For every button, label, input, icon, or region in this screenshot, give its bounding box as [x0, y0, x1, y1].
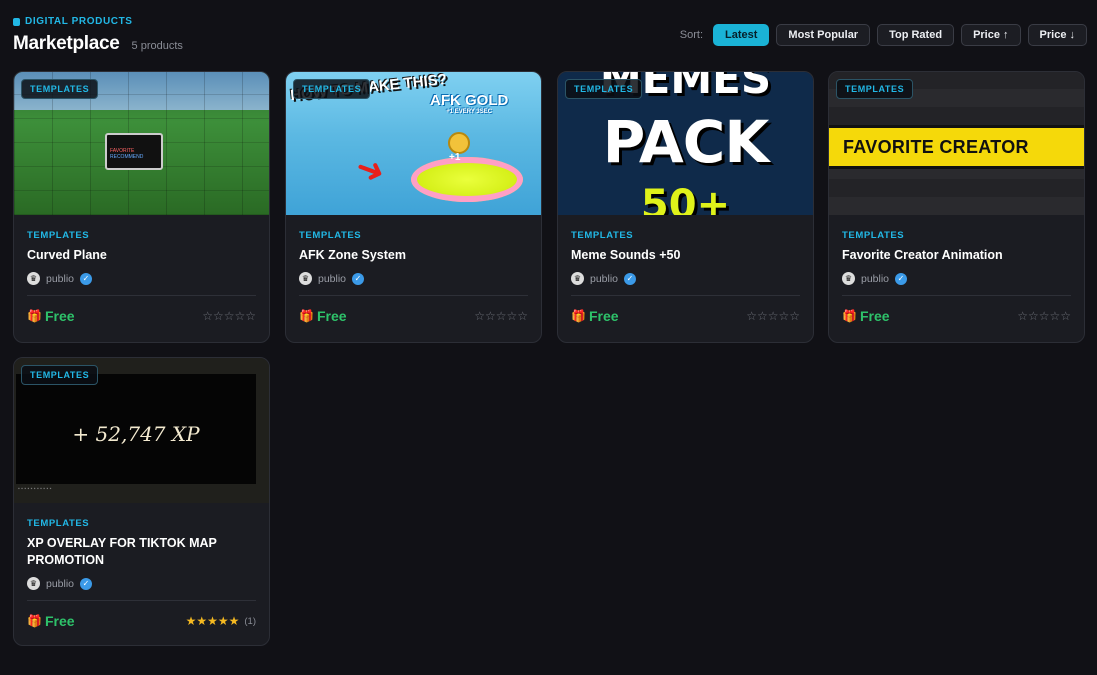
thumbnail-caption: +1: [449, 152, 461, 163]
thumbnail-caption: FAVORITE CREATOR: [829, 125, 1084, 169]
thumbnail-caption: AFK GOLD +1 EVERY 3SEC: [430, 92, 509, 115]
arrow-icon: ➜: [350, 147, 391, 193]
sort-price-desc-button[interactable]: Price ↓: [1027, 24, 1087, 46]
product-price: 🎁 Free: [842, 308, 890, 324]
category-badge: TEMPLATES: [836, 79, 914, 99]
rating-stars: ★★★★★ (1): [185, 614, 256, 628]
page-title: Marketplace: [13, 33, 120, 54]
sort-latest-button[interactable]: Latest: [713, 24, 770, 46]
category-badge: TEMPLATES: [565, 79, 643, 99]
product-price: 🎁 Free: [571, 308, 619, 324]
product-card[interactable]: ➜ HOW TO MAKE THIS? AFK GOLD +1 EVERY 3S…: [285, 71, 542, 343]
thumbnail-caption: PACK: [602, 108, 770, 176]
author-name: publio: [318, 272, 347, 285]
gift-icon: 🎁: [27, 614, 42, 628]
product-card[interactable]: MEMES PACK 50+ TEMPLATES TEMPLATES Meme …: [557, 71, 814, 343]
sort-most-popular-button[interactable]: Most Popular: [776, 24, 871, 46]
thumbnail-caption: 50+: [640, 182, 731, 215]
product-thumbnail[interactable]: + 52,747 XP ▪ ▪ ▪ ▪ ▪ ▪ ▪ ▪ ▪ ▪ ▪ TEMPLA…: [14, 358, 269, 503]
sort-label: Sort:: [679, 29, 704, 41]
product-name[interactable]: AFK Zone System: [299, 247, 528, 264]
product-name[interactable]: XP OVERLAY FOR TIKTOK MAP PROMOTION: [27, 535, 227, 569]
product-name[interactable]: Meme Sounds +50: [571, 247, 800, 264]
verified-icon: ✓: [80, 577, 93, 590]
taskbar: ▪ ▪ ▪ ▪ ▪ ▪ ▪ ▪ ▪ ▪ ▪: [18, 486, 52, 492]
author-name: publio: [861, 272, 890, 285]
product-author[interactable]: ♛ publio ✓: [842, 272, 1071, 285]
rating-count: (1): [244, 615, 256, 627]
gift-icon: 🎁: [571, 309, 586, 323]
sort-price-asc-button[interactable]: Price ↑: [961, 24, 1021, 46]
rating-stars: ☆☆☆☆☆: [746, 309, 800, 323]
crown-avatar-icon: ♛: [842, 272, 855, 285]
product-category: TEMPLATES: [842, 230, 905, 241]
product-author[interactable]: ♛ publio ✓: [299, 272, 528, 285]
product-thumbnail[interactable]: FAVORITE CREATOR TEMPLATES: [829, 72, 1084, 215]
product-price: 🎁 Free: [27, 613, 75, 629]
product-author[interactable]: ♛ publio ✓: [27, 577, 256, 590]
product-author[interactable]: ♛ publio ✓: [27, 272, 256, 285]
product-thumbnail[interactable]: FAVORITE RECOMMEND TEMPLATES: [14, 72, 269, 215]
product-count: 5 products: [131, 40, 183, 52]
product-card[interactable]: FAVORITE CREATOR TEMPLATES TEMPLATES Fav…: [828, 71, 1085, 343]
page-header: DIGITAL PRODUCTS Marketplace 5 products …: [13, 16, 1087, 56]
crown-avatar-icon: ♛: [571, 272, 584, 285]
verified-icon: ✓: [624, 272, 637, 285]
crown-avatar-icon: ♛: [27, 272, 40, 285]
product-category: TEMPLATES: [571, 230, 634, 241]
verified-icon: ✓: [352, 272, 365, 285]
product-card[interactable]: FAVORITE RECOMMEND TEMPLATES TEMPLATES C…: [13, 71, 270, 343]
product-category: TEMPLATES: [299, 230, 362, 241]
category-badge: TEMPLATES: [293, 79, 371, 99]
product-category: TEMPLATES: [27, 518, 90, 529]
product-author[interactable]: ♛ publio ✓: [571, 272, 800, 285]
product-category: TEMPLATES: [27, 230, 90, 241]
product-card[interactable]: + 52,747 XP ▪ ▪ ▪ ▪ ▪ ▪ ▪ ▪ ▪ ▪ ▪ TEMPLA…: [13, 357, 270, 646]
gift-icon: 🎁: [299, 309, 314, 323]
crown-avatar-icon: ♛: [27, 577, 40, 590]
sort-top-rated-button[interactable]: Top Rated: [877, 24, 955, 46]
thumbnail-caption: + 52,747 XP: [72, 422, 200, 446]
bag-icon: [13, 17, 20, 26]
author-name: publio: [46, 577, 75, 590]
verified-icon: ✓: [895, 272, 908, 285]
sort-bar: Sort: Latest Most Popular Top Rated Pric…: [680, 24, 1087, 46]
thumbnail-panel: FAVORITE RECOMMEND: [105, 133, 163, 170]
product-price: 🎁 Free: [299, 308, 347, 324]
gift-icon: 🎁: [842, 309, 857, 323]
crown-avatar-icon: ♛: [299, 272, 312, 285]
author-name: publio: [590, 272, 619, 285]
gift-icon: 🎁: [27, 309, 42, 323]
eyebrow-label: DIGITAL PRODUCTS: [25, 16, 133, 27]
rating-stars: ☆☆☆☆☆: [474, 309, 528, 323]
category-badge: TEMPLATES: [21, 79, 99, 99]
product-thumbnail[interactable]: MEMES PACK 50+ TEMPLATES: [558, 72, 813, 215]
product-name[interactable]: Favorite Creator Animation: [842, 247, 1071, 264]
verified-icon: ✓: [80, 272, 93, 285]
author-name: publio: [46, 272, 75, 285]
rating-stars: ☆☆☆☆☆: [1017, 309, 1071, 323]
category-badge: TEMPLATES: [21, 365, 99, 385]
product-name[interactable]: Curved Plane: [27, 247, 256, 264]
rating-stars: ☆☆☆☆☆: [202, 309, 256, 323]
product-price: 🎁 Free: [27, 308, 75, 324]
product-thumbnail[interactable]: ➜ HOW TO MAKE THIS? AFK GOLD +1 EVERY 3S…: [286, 72, 541, 215]
